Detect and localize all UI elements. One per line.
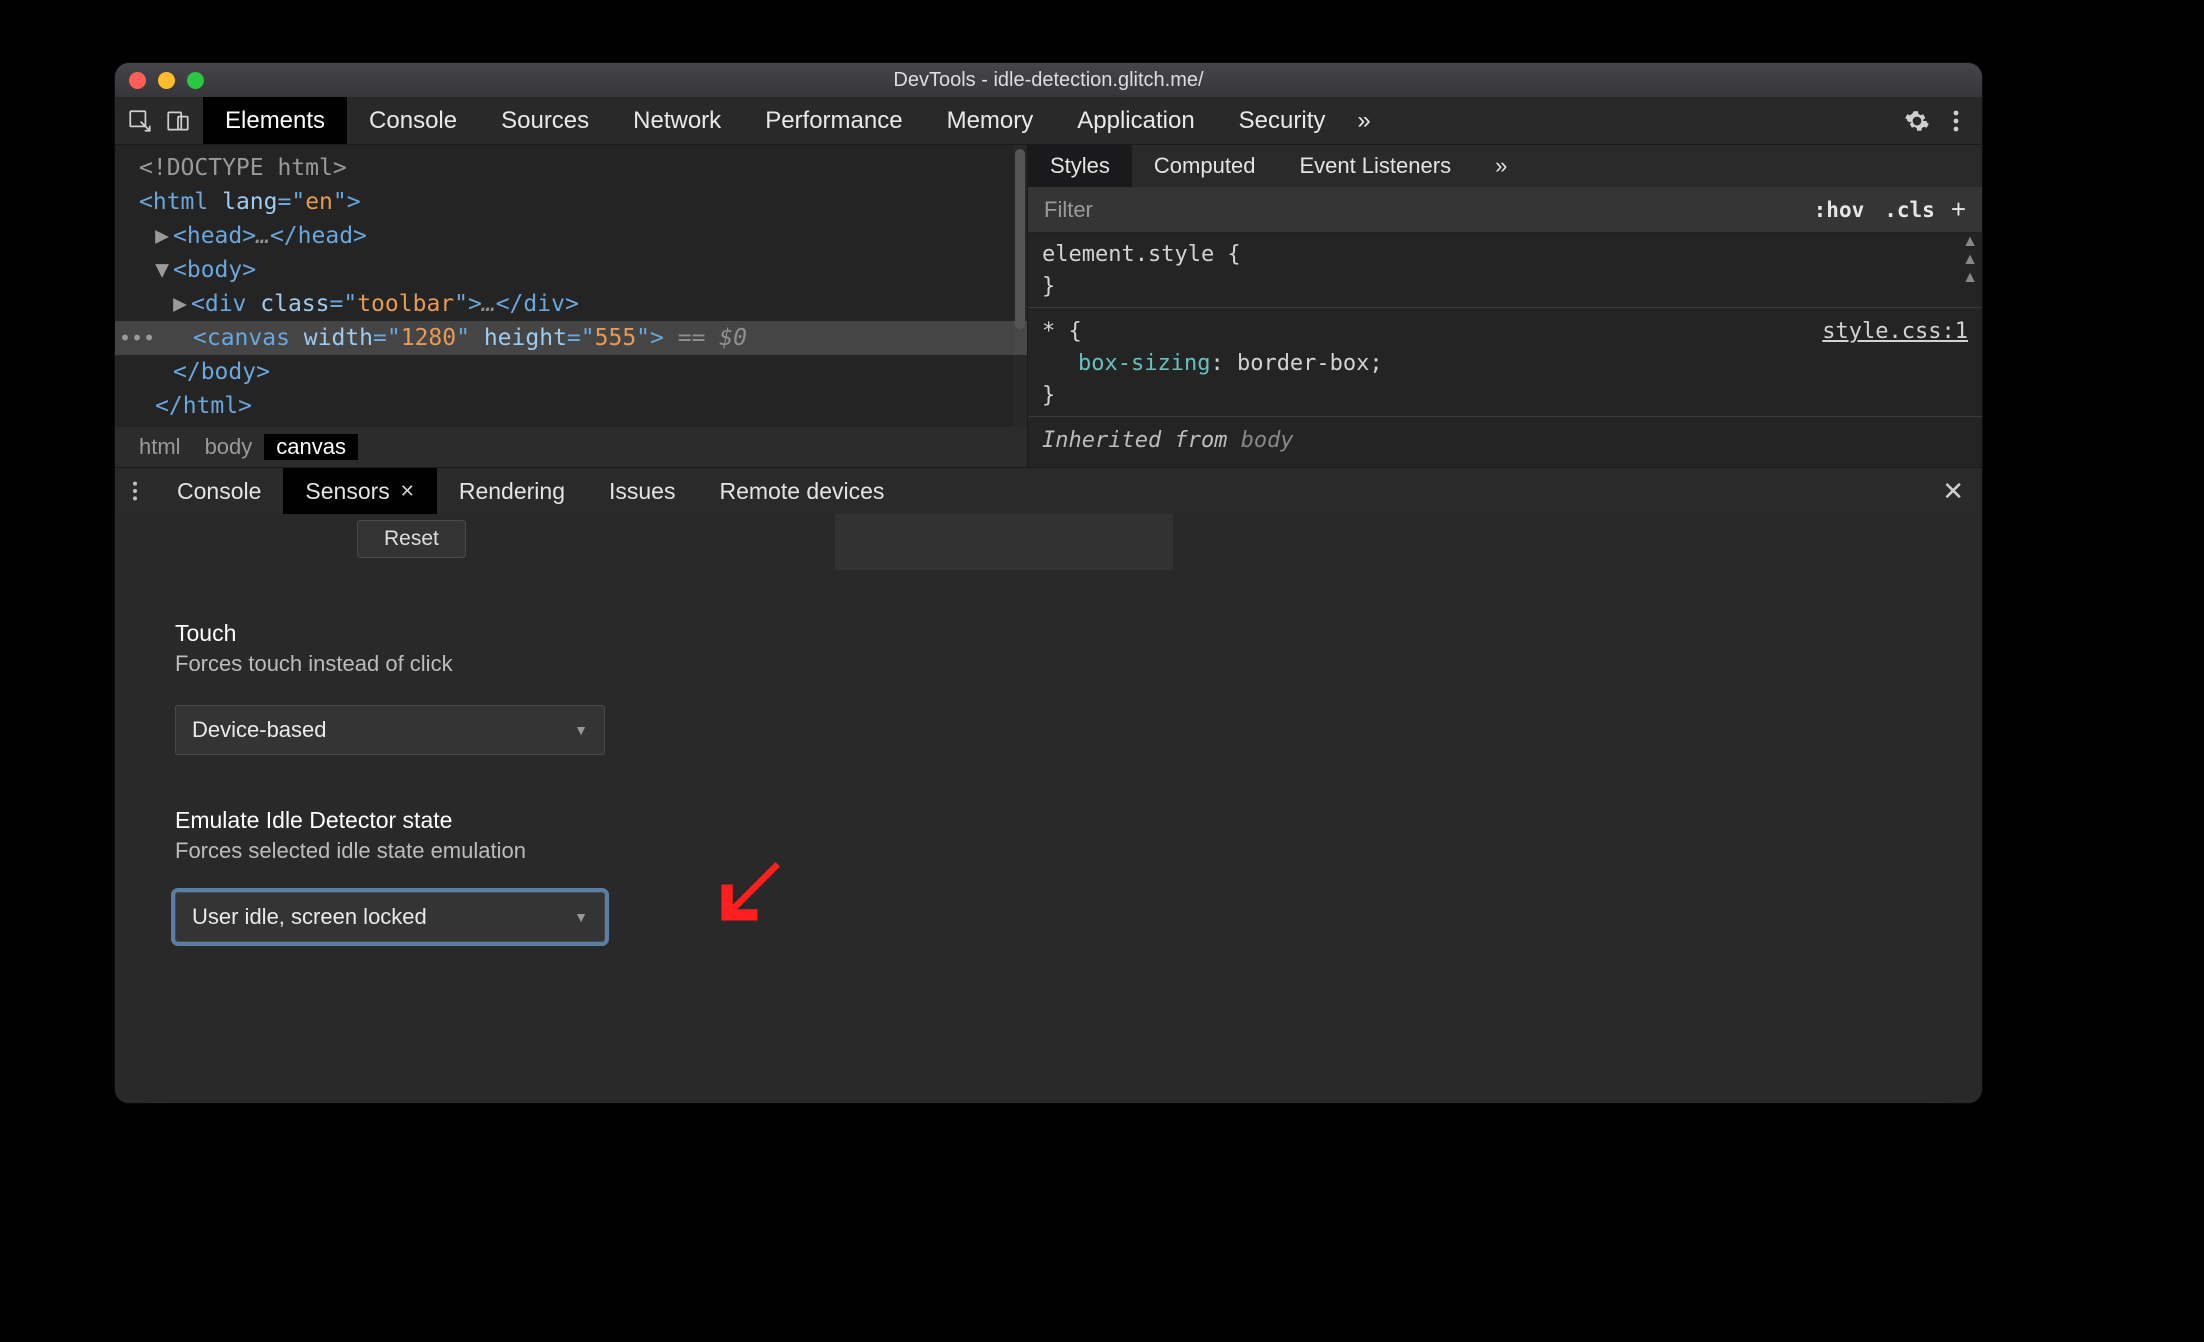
main-tab-security[interactable]: Security [1217,97,1348,144]
dom-tree[interactable]: <!DOCTYPE html><html lang="en">▶<head>…<… [115,145,1027,423]
drawer-tabs: ConsoleSensors✕RenderingIssuesRemote dev… [115,468,1982,514]
new-style-rule-button[interactable]: + [1945,194,1972,225]
annotation-arrow-icon [717,853,789,930]
inspect-element-icon[interactable] [127,108,153,134]
touch-section: Touch Forces touch instead of click Devi… [175,620,1982,755]
settings-gear-icon[interactable] [1904,108,1930,134]
reset-button[interactable]: Reset [357,520,466,558]
main-tab-sources[interactable]: Sources [479,97,611,144]
expand-toggle-icon[interactable]: ▶ [173,287,187,321]
styles-tab-styles[interactable]: Styles [1028,145,1132,187]
orientation-preview-placeholder [835,514,1173,570]
rule-universal-close: } [1042,380,1968,412]
dom-row[interactable]: <!DOCTYPE html> [115,151,1027,185]
main-tab-network[interactable]: Network [611,97,743,144]
cls-toggle[interactable]: .cls [1874,198,1945,222]
styles-tab-event-listeners[interactable]: Event Listeners [1277,145,1473,187]
rule-source-link[interactable]: style.css:1 [1822,316,1968,348]
styles-filter-row: Filter :hov .cls + [1028,187,1982,233]
elements-pane: <!DOCTYPE html><html lang="en">▶<head>…<… [115,145,1027,467]
elements-split: <!DOCTYPE html><html lang="en">▶<head>…<… [115,145,1982,467]
main-tab-elements[interactable]: Elements [203,97,347,144]
window-title: DevTools - idle-detection.glitch.me/ [115,69,1982,92]
dom-row[interactable]: ▶<div class="toolbar">…</div> [115,287,1027,321]
main-tab-application[interactable]: Application [1055,97,1216,144]
touch-dropdown[interactable]: Device-based ▼ [175,705,605,755]
chevron-down-icon: ▼ [574,909,588,925]
chevron-down-icon: ▼ [574,722,588,738]
sensors-panel: Reset Touch Forces touch instead of clic… [115,514,1982,1103]
drawer-tab-rendering[interactable]: Rendering [437,468,587,514]
rule-element-style[interactable]: element.style { [1042,239,1968,271]
drawer-tab-issues[interactable]: Issues [587,468,697,514]
inherited-header: Inherited from body [1042,425,1968,457]
drawer-kebab-icon[interactable] [115,468,155,514]
row-actions-icon[interactable]: ••• [119,321,155,355]
expand-toggle-icon[interactable]: ▼ [155,253,169,287]
breadcrumb-canvas[interactable]: canvas [264,434,358,460]
devtools-window: DevTools - idle-detection.glitch.me/ Ele… [115,63,1982,1103]
breadcrumb: htmlbodycanvas [115,427,1027,467]
idle-title: Emulate Idle Detector state [175,807,1982,834]
drawer-tab-sensors[interactable]: Sensors✕ [283,468,436,514]
idle-section: Emulate Idle Detector state Forces selec… [175,807,1982,942]
styles-pane: StylesComputedEvent Listeners» Filter :h… [1027,145,1982,467]
drawer-tab-remote-devices[interactable]: Remote devices [697,468,906,514]
dom-row[interactable]: ▶<head>…</head> [115,219,1027,253]
idle-desc: Forces selected idle state emulation [175,838,1982,864]
idle-dropdown[interactable]: User idle, screen locked ▼ [175,892,605,942]
drawer: ConsoleSensors✕RenderingIssuesRemote dev… [115,467,1982,1103]
idle-dropdown-value: User idle, screen locked [192,904,427,930]
dom-row[interactable]: ▼<body> [115,253,1027,287]
dom-row[interactable]: </html> [115,389,1027,423]
styles-tabs-overflow[interactable]: » [1473,145,1529,187]
main-tabs-overflow[interactable]: » [1347,97,1380,144]
touch-desc: Forces touch instead of click [175,651,1982,677]
close-tab-icon[interactable]: ✕ [400,481,415,502]
dom-row[interactable]: <html lang="en"> [115,185,1027,219]
rule-element-close: } [1042,271,1968,303]
hov-toggle[interactable]: :hov [1804,198,1875,222]
styles-scroll-indicator: ▲▲▲ [1962,233,1978,287]
rule-universal[interactable]: * { style.css:1 [1042,316,1968,348]
breadcrumb-html[interactable]: html [127,434,193,460]
toolbar-right-icons [1904,97,1982,144]
main-tab-console[interactable]: Console [347,97,479,144]
styles-rules[interactable]: element.style { } * { style.css:1 box-si… [1028,233,1982,463]
styles-filter-input[interactable]: Filter [1038,197,1804,223]
toolbar-left-icons [115,97,203,144]
titlebar: DevTools - idle-detection.glitch.me/ [115,63,1982,97]
touch-title: Touch [175,620,1982,647]
rule-prop-row[interactable]: box-sizing: border-box; [1042,348,1968,380]
device-toggle-icon[interactable] [165,108,191,134]
touch-dropdown-value: Device-based [192,717,327,743]
dom-row[interactable]: •••<canvas width="1280" height="555"> ==… [115,321,1027,355]
main-tab-memory[interactable]: Memory [925,97,1056,144]
dom-row[interactable]: </body> [115,355,1027,389]
main-tab-performance[interactable]: Performance [743,97,924,144]
elements-scrollbar[interactable] [1013,145,1027,427]
expand-toggle-icon[interactable]: ▶ [155,219,169,253]
breadcrumb-body[interactable]: body [193,434,265,460]
styles-tabs: StylesComputedEvent Listeners» [1028,145,1982,187]
kebab-menu-icon[interactable] [1952,109,1960,133]
main-toolbar: ElementsConsoleSourcesNetworkPerformance… [115,97,1982,145]
drawer-close-button[interactable]: ✕ [1924,468,1982,514]
styles-tab-computed[interactable]: Computed [1132,145,1278,187]
drawer-tab-console[interactable]: Console [155,468,283,514]
